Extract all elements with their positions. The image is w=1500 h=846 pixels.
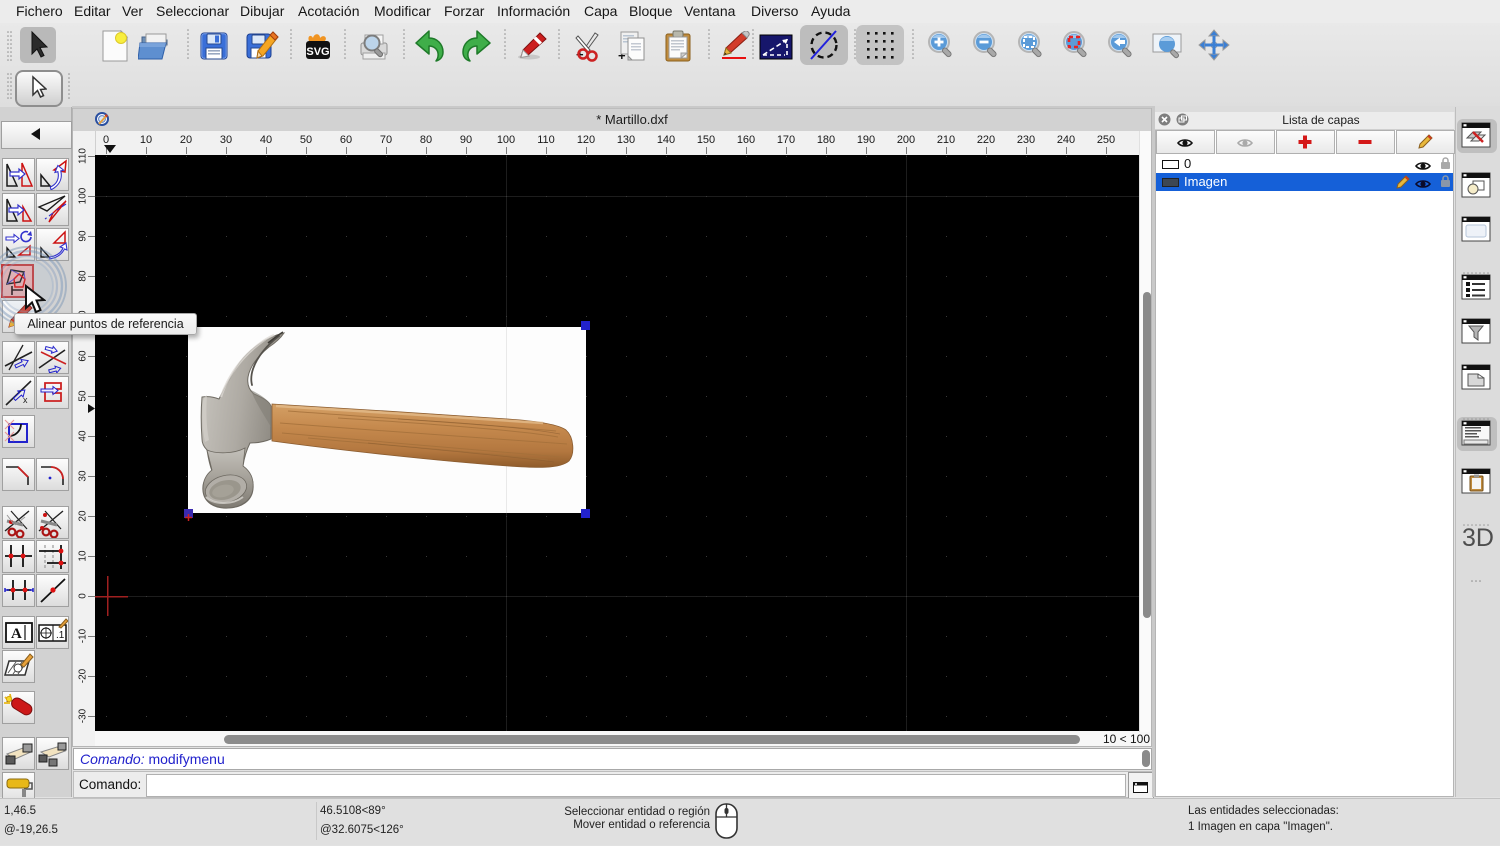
svg-text:250: 250 (1097, 134, 1115, 146)
svg-text:200: 200 (897, 134, 915, 146)
svg-text:60: 60 (78, 350, 89, 362)
svg-text:40: 40 (260, 134, 272, 146)
svg-text:110: 110 (78, 148, 89, 164)
svg-text:-20: -20 (78, 668, 89, 683)
svg-text:10: 10 (140, 134, 152, 146)
svg-text:130: 130 (617, 134, 635, 146)
svg-text:140: 140 (657, 134, 675, 146)
svg-text:240: 240 (1057, 134, 1075, 146)
svg-text:x: x (23, 395, 28, 405)
svg-text:0: 0 (103, 134, 109, 146)
svg-text:90: 90 (460, 134, 472, 146)
svg-text:120: 120 (577, 134, 595, 146)
svg-text:60: 60 (340, 134, 352, 146)
svg-text:80: 80 (420, 134, 432, 146)
svg-text:220: 220 (977, 134, 995, 146)
svg-text:210: 210 (937, 134, 955, 146)
svg-text:100: 100 (497, 134, 515, 146)
svg-text:20: 20 (180, 134, 192, 146)
svg-text:-10: -10 (78, 628, 89, 643)
svg-text:50: 50 (78, 390, 89, 402)
svg-text:90: 90 (78, 230, 89, 242)
svg-text:0: 0 (78, 593, 89, 599)
svg-text:150: 150 (697, 134, 715, 146)
svg-text:SVG: SVG (306, 46, 329, 58)
svg-text:10: 10 (78, 550, 89, 562)
svg-text:A: A (11, 626, 22, 642)
svg-text:50: 50 (300, 134, 312, 146)
svg-text:40: 40 (78, 430, 89, 442)
svg-text:20: 20 (78, 510, 89, 522)
svg-text:160: 160 (737, 134, 755, 146)
svg-text:-30: -30 (78, 708, 89, 723)
svg-text:170: 170 (777, 134, 795, 146)
svg-text:100: 100 (78, 187, 89, 204)
svg-text:70: 70 (380, 134, 392, 146)
svg-text:180: 180 (817, 134, 835, 146)
svg-text:190: 190 (857, 134, 875, 146)
svg-text:30: 30 (78, 470, 89, 482)
svg-text:.1: .1 (56, 630, 65, 641)
svg-text:230: 230 (1017, 134, 1035, 146)
svg-text:30: 30 (220, 134, 232, 146)
svg-text:80: 80 (78, 270, 89, 282)
svg-text:110: 110 (537, 134, 555, 146)
